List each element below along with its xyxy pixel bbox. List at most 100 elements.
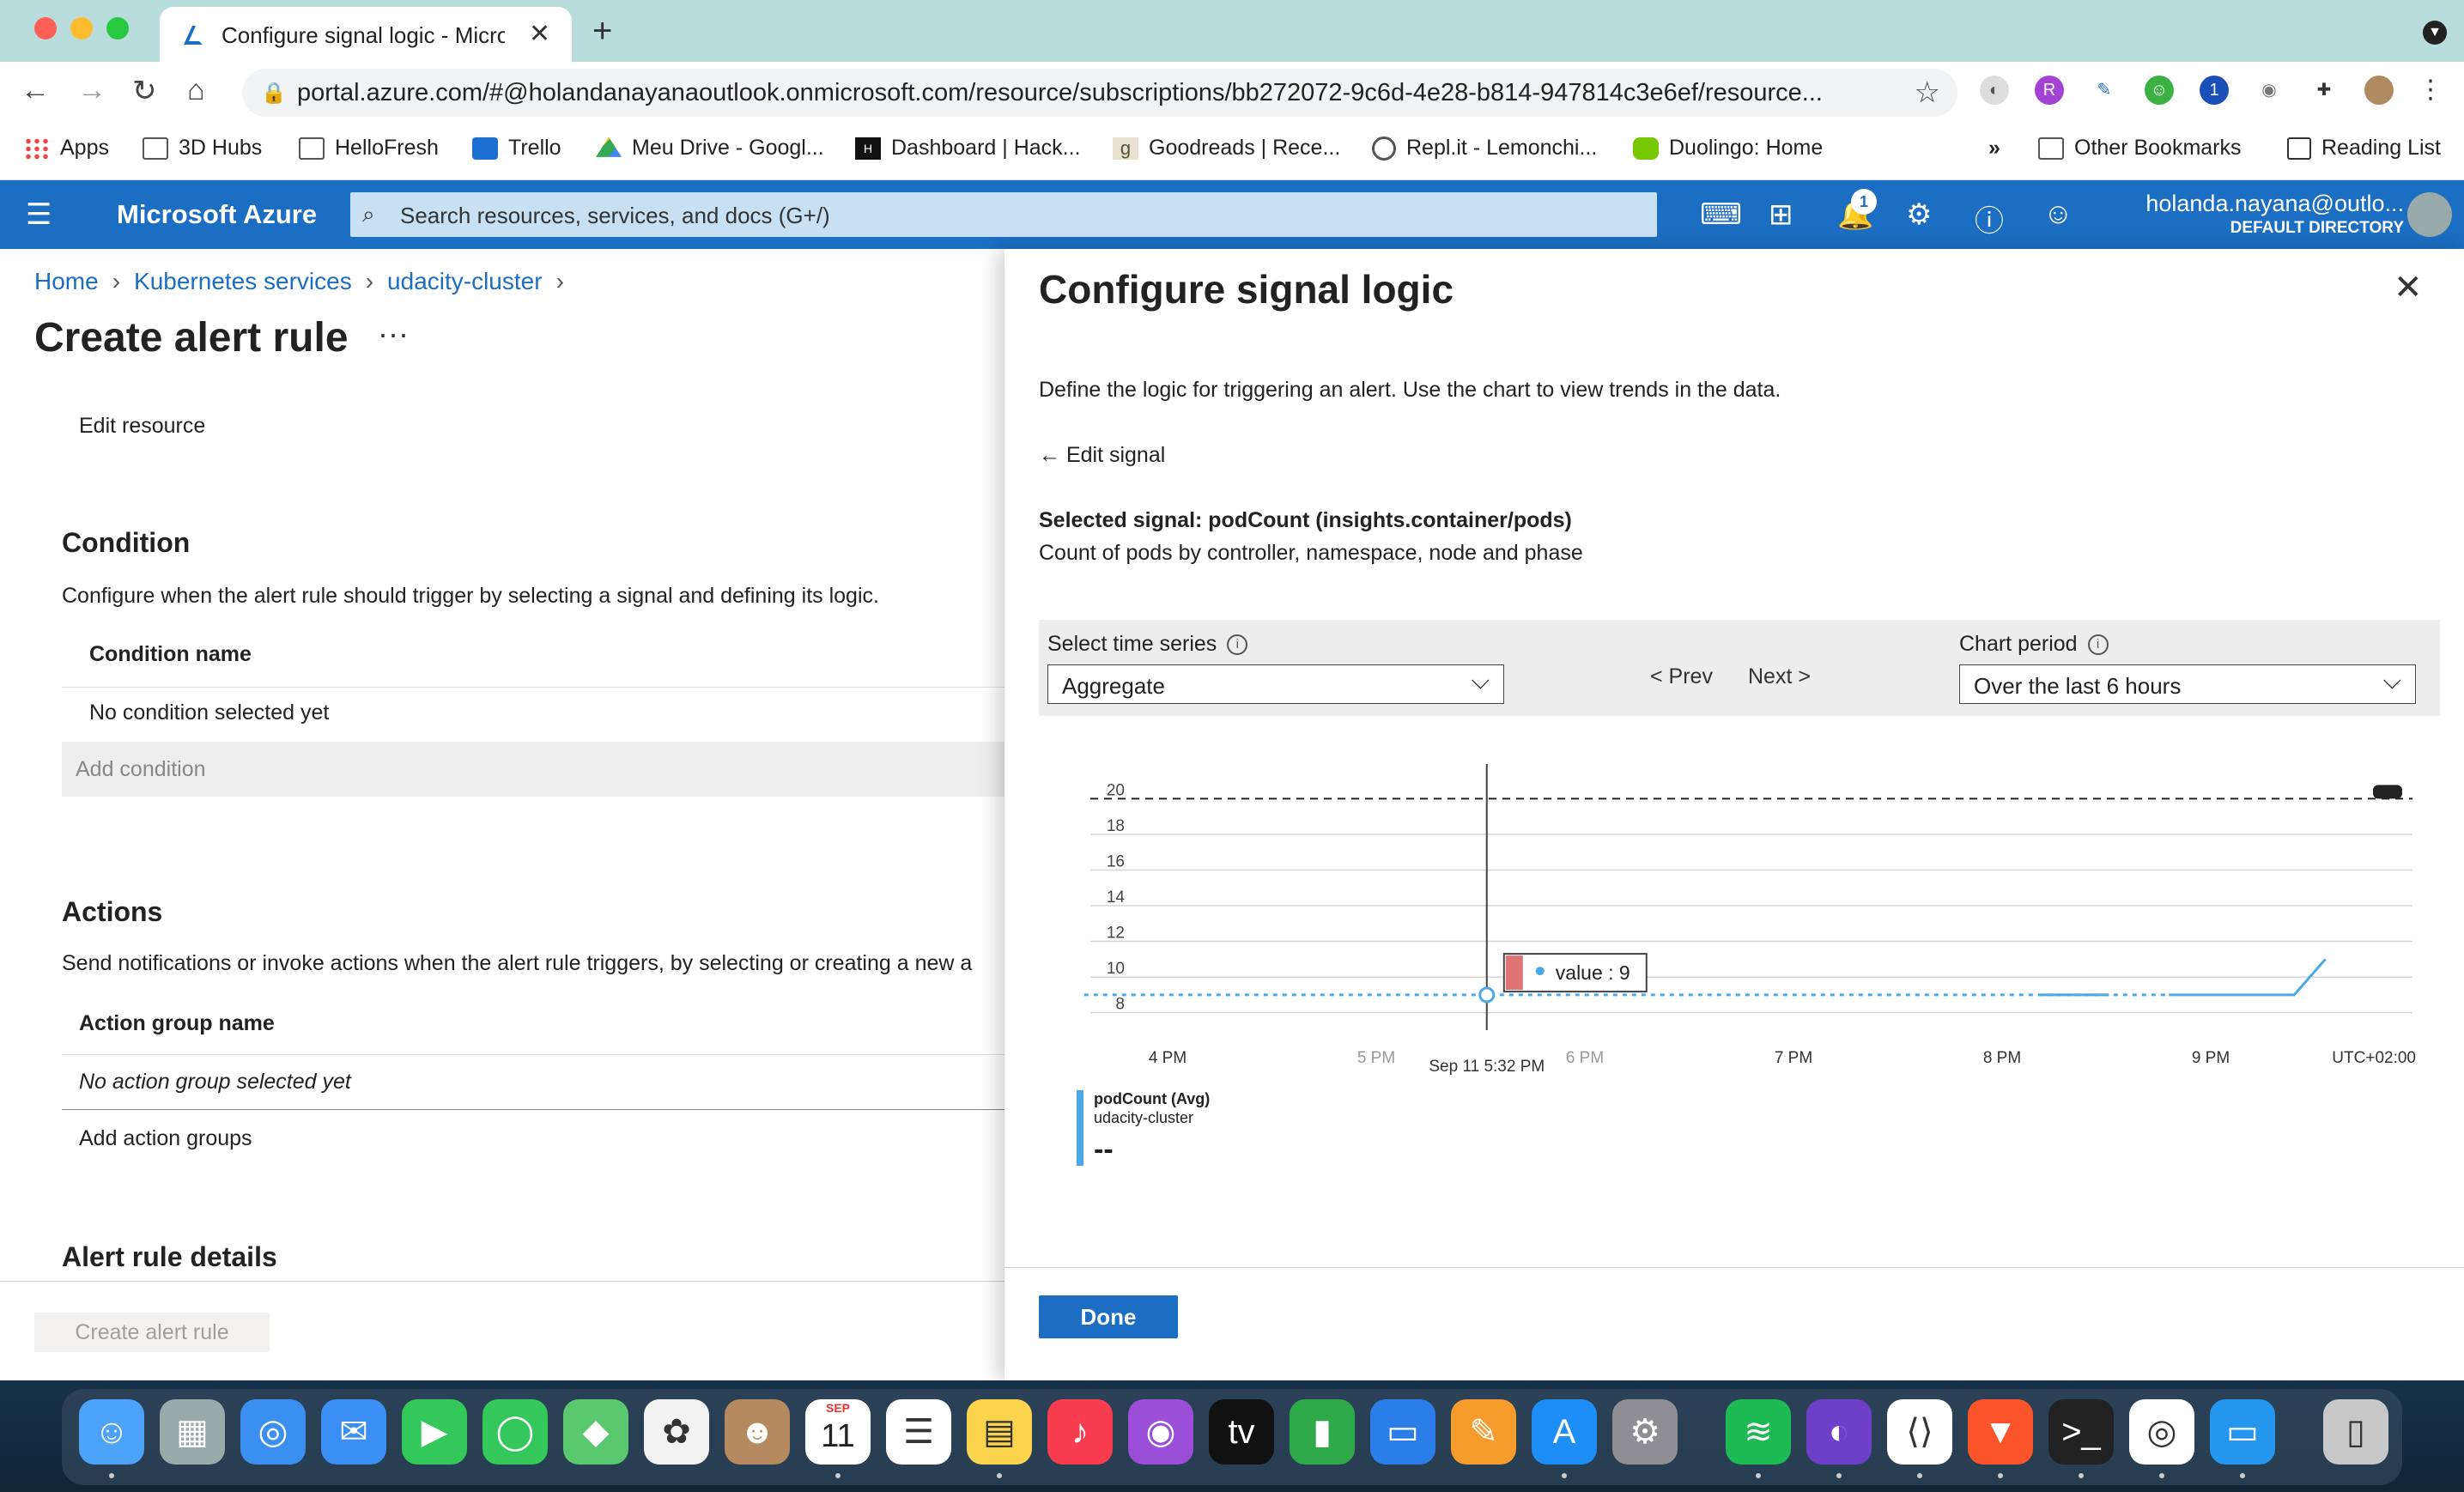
back-icon[interactable]: ← [21,74,50,107]
close-window-button[interactable] [34,17,57,39]
more-bookmarks-button[interactable]: » [1988,136,2000,161]
launchpad-icon[interactable]: ▦ [160,1399,225,1465]
chrome-icon[interactable]: ◎ [2129,1399,2194,1465]
metric-chart-svg[interactable]: 8 10 12 14 16 18 20 4 PM 5 PM 6 PM 7 PM 8 PM 9 PM UTC… [1039,764,2447,1210]
next-button[interactable]: Next > [1748,664,1811,689]
time-series-dropdown[interactable]: Aggregate ⌵ [1047,664,1504,704]
bookmark-goodreads[interactable]: g Goodreads | Rece... [1113,136,1340,161]
breadcrumb-home[interactable]: Home [34,268,99,295]
other-bookmarks[interactable]: Other Bookmarks [2038,136,2242,161]
podcasts-icon[interactable]: ◉ [1128,1399,1193,1465]
trash-icon[interactable]: ▯ [2323,1399,2388,1465]
calendar-icon[interactable]: SEP 11 [805,1399,871,1465]
edit-signal-link[interactable]: ← Edit signal [1039,443,1165,468]
user-avatar[interactable] [2407,192,2452,237]
appletv-icon[interactable]: tv [1209,1399,1274,1465]
reload-icon[interactable]: ↻ [132,74,157,108]
cloud-shell-icon[interactable]: ⌨ [1700,197,1742,232]
hover-data-point[interactable] [1478,986,1496,1004]
messages-icon[interactable]: ◯ [482,1399,548,1465]
help-icon[interactable]: ⓘ [1975,197,2004,240]
breadcrumb-kubernetes-services[interactable]: Kubernetes services [134,268,352,295]
bookmark-google-drive[interactable]: Meu Drive - Googl... [596,136,824,161]
extensions-puzzle-icon[interactable]: ✚ [2309,76,2339,105]
bookmark-duolingo[interactable]: Duolingo: Home [1633,136,1823,161]
extension-icon[interactable]: R [2035,76,2064,105]
close-tab-icon[interactable]: ✕ [529,19,550,49]
maps-icon[interactable]: ◆ [563,1399,628,1465]
action-group-name-header: Action group name [79,1011,275,1035]
github-desktop-icon[interactable]: ◐ [1806,1399,1872,1465]
password-manager-icon[interactable]: 1 [2200,76,2229,105]
portal-menu-icon[interactable]: ☰ [26,197,52,232]
facetime-icon[interactable]: ▶ [402,1399,467,1465]
new-tab-button[interactable]: + [592,12,612,51]
bookmark-hellofresh[interactable]: HelloFresh [299,136,439,161]
vscode-icon[interactable]: ⟨⟩ [1887,1399,1952,1465]
account-menu[interactable]: holanda.nayana@outlo... DEFAULT DIRECTOR… [2145,191,2404,238]
notes-icon[interactable]: ▤ [967,1399,1032,1465]
info-icon[interactable]: i [2087,634,2109,655]
info-icon[interactable]: i [1227,634,1248,655]
running-indicator [1836,1473,1842,1478]
chart-period-dropdown[interactable]: Over the last 6 hours ⌵ [1959,664,2416,704]
divider [62,687,1006,688]
finder-icon[interactable]: ☺ [79,1399,144,1465]
contacts-icon[interactable]: ☻ [725,1399,790,1465]
done-button[interactable]: Done [1039,1295,1178,1338]
music-icon[interactable]: ♪ [1047,1399,1113,1465]
edit-resource-link[interactable]: Edit resource [79,414,205,439]
pages-icon[interactable]: ✎ [1451,1399,1516,1465]
threshold-handle[interactable] [2373,785,2402,799]
more-options-icon[interactable]: ··· [378,316,409,352]
address-bar[interactable]: 🔒 portal.azure.com/#@holandanayanaoutloo… [242,69,1957,117]
create-alert-rule-button[interactable]: Create alert rule [34,1313,270,1352]
bookmark-trello[interactable]: Trello [472,136,561,161]
numbers-icon[interactable]: ▮ [1290,1399,1355,1465]
mail-icon[interactable]: ✉ [321,1399,386,1465]
feedback-icon[interactable]: ☺ [2043,197,2073,231]
bookmark-apps[interactable]: Apps [24,136,109,161]
camera-extension-icon[interactable]: ◉ [2255,76,2284,105]
bookmark-hackerrank[interactable]: H Dashboard | Hack... [855,136,1080,161]
forward-icon[interactable]: → [77,74,106,107]
keynote-icon[interactable]: ▭ [1370,1399,1435,1465]
bookmark-star-icon[interactable]: ☆ [1915,76,1940,110]
highlighter-extension-icon[interactable]: ✎ [2090,76,2119,105]
maximize-window-button[interactable] [106,17,129,39]
extension-icon[interactable]: ◐ [1980,76,2009,105]
brand-title[interactable]: Microsoft Azure [117,199,317,230]
prev-button[interactable]: < Prev [1650,664,1713,689]
browser-tab[interactable]: Configure signal logic - Microsoft Azure… [160,7,572,62]
profile-avatar[interactable] [2364,76,2394,105]
directory-filter-icon[interactable]: ⊞ [1769,197,1793,232]
chevron-right-icon: › [112,268,121,294]
photos-icon[interactable]: ✿ [644,1399,709,1465]
google-drive-icon [596,136,622,157]
extension-icon[interactable]: ☺ [2145,76,2174,105]
bookmark-replit[interactable]: Repl.it - Lemonchi... [1372,136,1597,161]
spotify-icon[interactable]: ≋ [1726,1399,1791,1465]
system-preferences-icon[interactable]: ⚙ [1612,1399,1678,1465]
page-title: Create alert rule [34,315,349,361]
close-icon[interactable]: ✕ [2394,268,2423,307]
reminders-icon[interactable]: ☰ [886,1399,951,1465]
add-action-groups-link[interactable]: Add action groups [79,1126,252,1151]
appstore-icon[interactable]: A [1532,1399,1597,1465]
reading-list[interactable]: Reading List [2287,136,2441,161]
panel-title: Configure signal logic [1039,267,1454,312]
metric-chart[interactable]: 8 10 12 14 16 18 20 4 PM 5 PM 6 PM 7 PM 8 PM 9 PM UTC… [1039,764,2447,1210]
docker-icon[interactable]: ▭ [2210,1399,2275,1465]
tab-search-icon[interactable]: ▼ [2423,21,2447,45]
global-search-input[interactable]: ⌕ Search resources, services, and docs (… [350,192,1657,237]
safari-icon[interactable]: ◎ [240,1399,306,1465]
minimize-window-button[interactable] [70,17,93,39]
home-icon[interactable]: ⌂ [187,74,205,107]
browser-menu-icon[interactable]: ⋮ [2416,76,2445,105]
add-condition-button[interactable]: Add condition [62,742,1006,797]
brave-icon[interactable]: ▼ [1968,1399,2033,1465]
terminal-icon[interactable]: >_ [2048,1399,2114,1465]
settings-gear-icon[interactable]: ⚙ [1906,197,1932,232]
bookmark-3d-hubs[interactable]: 3D Hubs [143,136,262,161]
breadcrumb-udacity-cluster[interactable]: udacity-cluster [387,268,543,295]
